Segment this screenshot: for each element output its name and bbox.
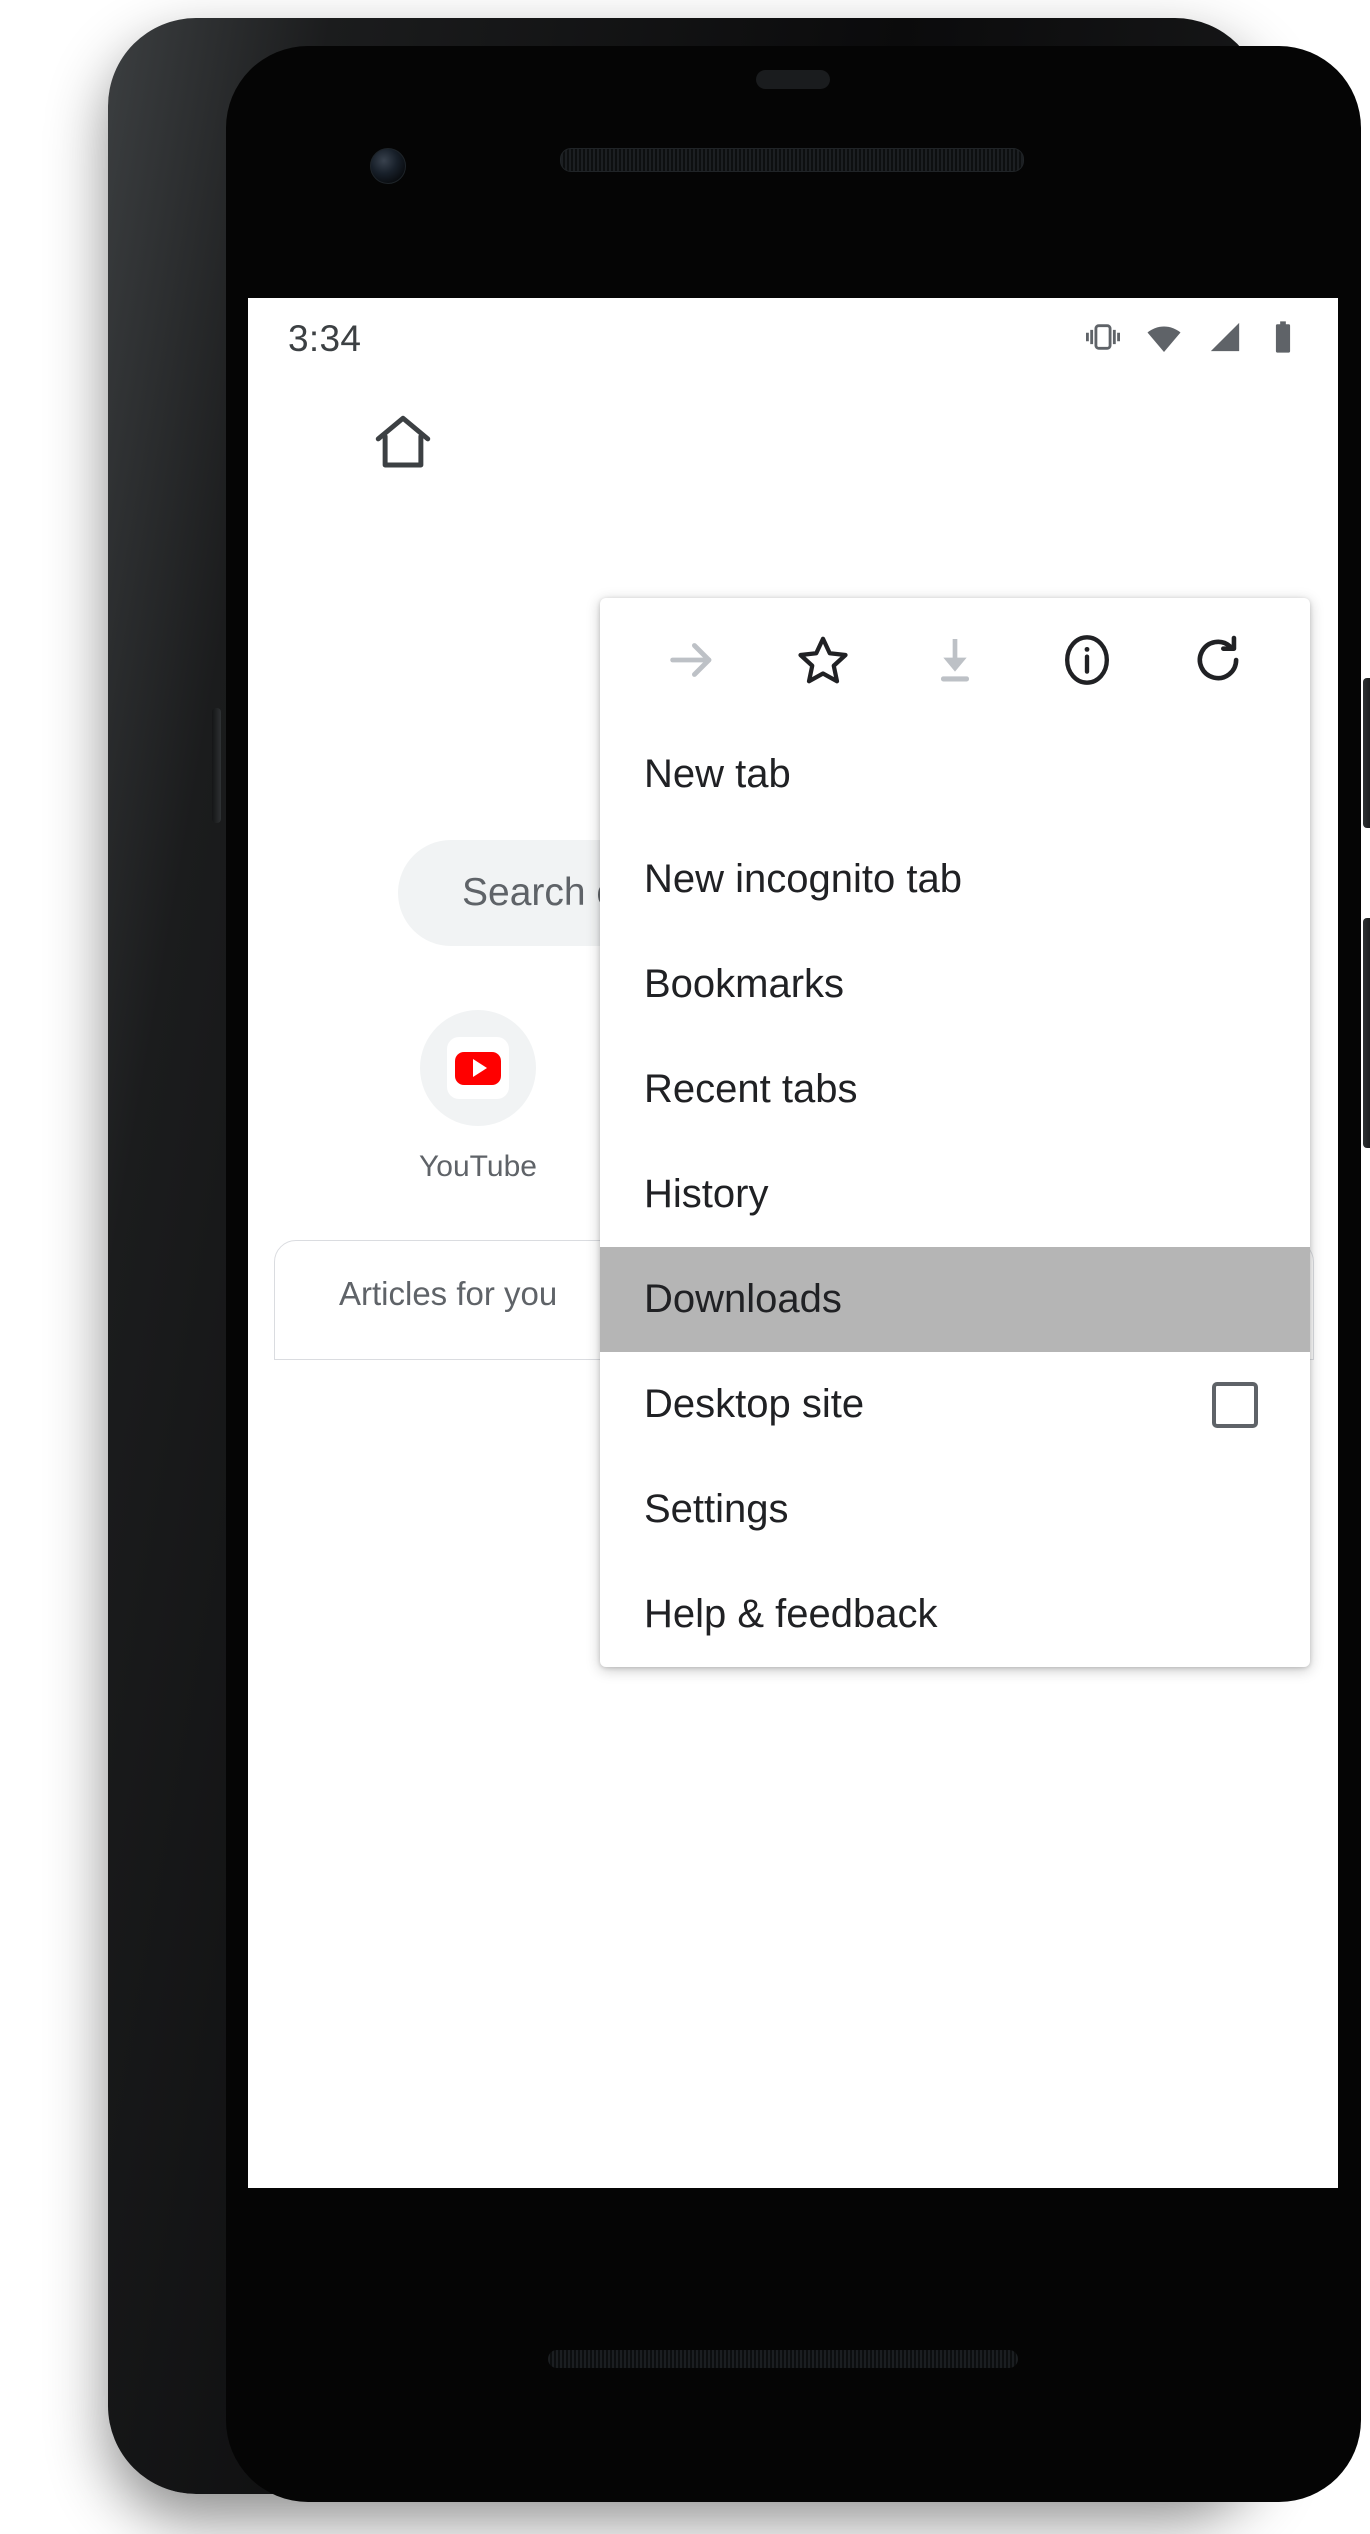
menu-item-label: Downloads [644, 1277, 842, 1321]
menu-item-label: Desktop site [644, 1382, 865, 1426]
reload-icon[interactable] [1170, 612, 1266, 708]
tile-youtube[interactable]: YouTube [398, 1010, 558, 1184]
wifi-icon [1146, 319, 1182, 360]
tile-label-youtube: YouTube [419, 1150, 537, 1183]
status-bar: 3:34 [248, 298, 1338, 380]
info-circle-icon[interactable] [1039, 612, 1135, 708]
status-icons [1086, 319, 1298, 360]
menu-item-downloads[interactable]: Downloads [600, 1247, 1310, 1352]
menu-item-label: New incognito tab [644, 857, 962, 901]
phone-frame: 3:34 Search or type YouTube Articles for… [108, 18, 1370, 2502]
forward-arrow-icon[interactable] [644, 612, 740, 708]
menu-icon-row [600, 598, 1310, 722]
menu-item-label: Help & feedback [644, 1592, 938, 1636]
battery-icon [1268, 320, 1298, 359]
status-time: 3:34 [288, 318, 362, 359]
power-button[interactable] [1363, 678, 1370, 828]
menu-item-new-incognito-tab[interactable]: New incognito tab [600, 827, 1310, 932]
menu-item-new-tab[interactable]: New tab [600, 722, 1310, 827]
home-icon[interactable] [370, 410, 436, 476]
volume-button[interactable] [1363, 918, 1370, 1148]
phone-screen: 3:34 Search or type YouTube Articles for… [248, 298, 1338, 2188]
chrome-overflow-menu: New tab New incognito tab Bookmarks Recent … [600, 598, 1310, 1667]
cellular-signal-icon [1208, 320, 1242, 359]
menu-item-label: Settings [644, 1487, 789, 1531]
earpiece-speaker [560, 148, 1024, 172]
menu-item-label: Recent tabs [644, 1067, 858, 1111]
star-icon[interactable] [775, 612, 871, 708]
download-icon[interactable] [907, 612, 1003, 708]
desktop-site-checkbox[interactable] [1212, 1381, 1258, 1428]
menu-item-help-feedback[interactable]: Help & feedback [600, 1562, 1310, 1667]
menu-item-label: History [644, 1172, 769, 1216]
top-speaker-slot [756, 70, 830, 89]
menu-item-desktop-site[interactable]: Desktop site [600, 1352, 1310, 1457]
front-camera-icon [370, 148, 406, 184]
menu-item-label: Bookmarks [644, 962, 845, 1006]
menu-item-bookmarks[interactable]: Bookmarks [600, 932, 1310, 1037]
menu-item-list: New tab New incognito tab Bookmarks Recent … [600, 722, 1310, 1667]
bottom-speaker [548, 2350, 1018, 2368]
left-side-notch [212, 708, 221, 823]
youtube-icon [420, 1010, 536, 1126]
menu-item-recent-tabs[interactable]: Recent tabs [600, 1037, 1310, 1142]
menu-item-label: New tab [644, 752, 791, 796]
menu-item-history[interactable]: History [600, 1142, 1310, 1247]
menu-item-settings[interactable]: Settings [600, 1457, 1310, 1562]
vibrate-icon [1086, 320, 1120, 359]
